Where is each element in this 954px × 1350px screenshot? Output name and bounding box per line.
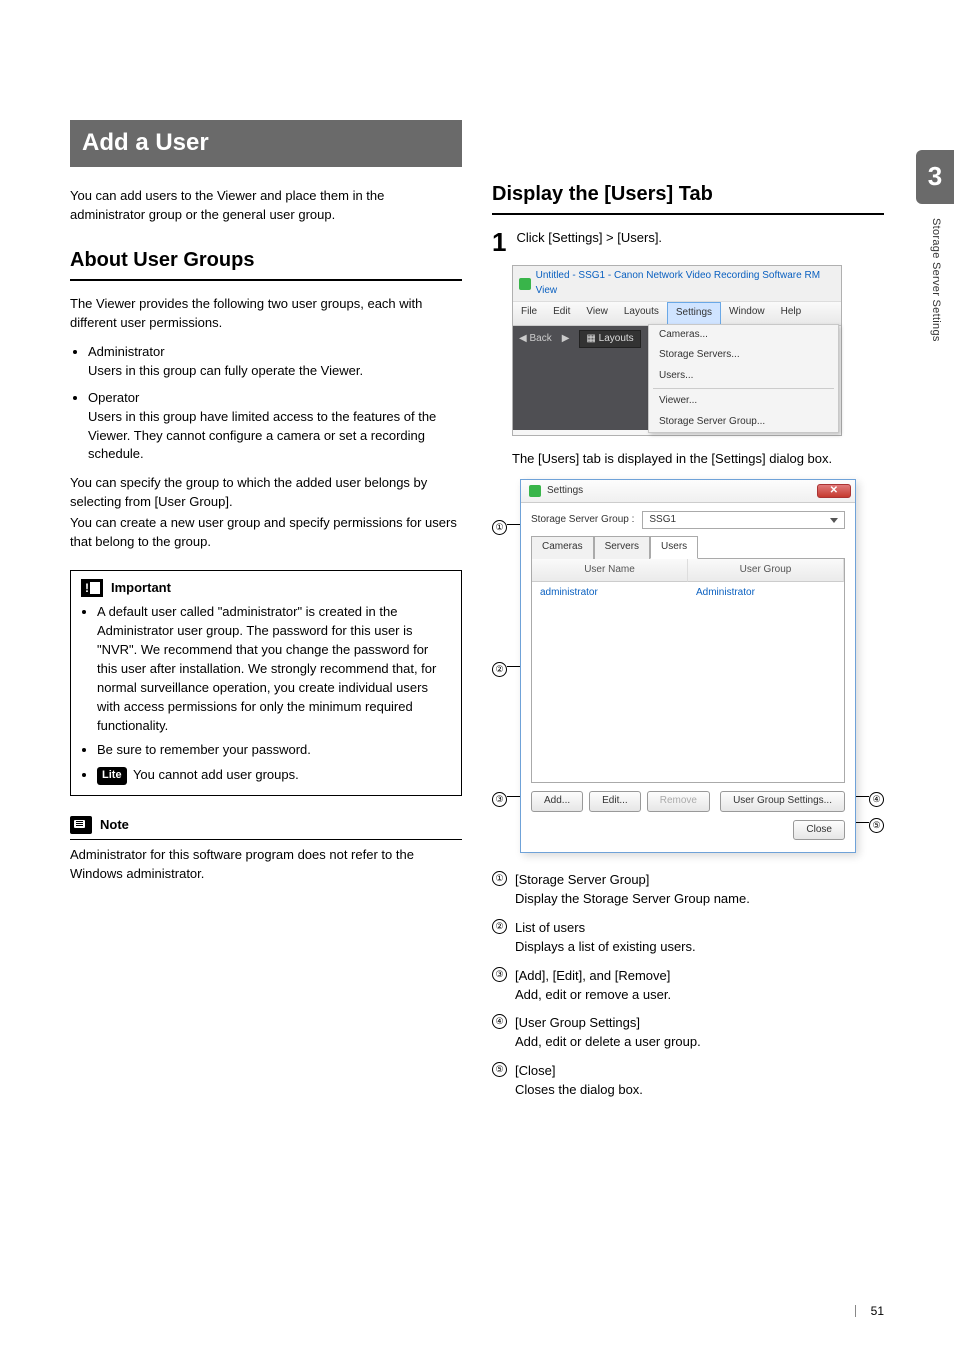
legend-num: ④ <box>492 1014 507 1029</box>
legend-num: ② <box>492 919 507 934</box>
dropdown-item[interactable]: Cameras... <box>649 325 838 346</box>
ssg-dropdown[interactable]: SSG1 <box>642 511 845 529</box>
legend-title: List of users <box>515 919 696 938</box>
intro-paragraph: You can add users to the Viewer and plac… <box>70 187 462 225</box>
important-label: Important <box>111 579 171 598</box>
legend-title: [User Group Settings] <box>515 1014 701 1033</box>
legend-title: [Close] <box>515 1062 643 1081</box>
menubar: File Edit View Layouts Settings Window H… <box>513 301 841 326</box>
callout-5: ⑤ <box>869 818 884 833</box>
paragraph: You can create a new user group and spec… <box>70 514 462 552</box>
legend-title: [Storage Server Group] <box>515 871 750 890</box>
paragraph: You can specify the group to which the a… <box>70 474 462 512</box>
tab-servers[interactable]: Servers <box>594 536 650 559</box>
tab-users[interactable]: Users <box>650 536 698 559</box>
table-row[interactable]: administrator Administrator <box>532 582 844 605</box>
back-button[interactable]: ◀ Back <box>519 332 552 347</box>
th-username: User Name <box>532 559 688 583</box>
dialog-title: Settings <box>547 484 583 499</box>
callout-3: ③ <box>492 792 507 807</box>
important-item: Lite You cannot add user groups. <box>97 766 451 785</box>
note-label: Note <box>100 816 129 835</box>
app-icon <box>519 278 531 290</box>
chevron-down-icon <box>830 518 838 523</box>
group-desc: Users in this group have limited access … <box>88 409 436 462</box>
callout-2: ② <box>492 662 507 677</box>
important-icon <box>81 579 103 597</box>
menu-item-settings[interactable]: Settings <box>667 302 721 325</box>
important-item: Be sure to remember your password. <box>97 741 451 760</box>
cell-usergroup: Administrator <box>688 582 844 605</box>
section-title: Add a User <box>70 120 462 167</box>
menu-item[interactable]: Help <box>773 302 810 325</box>
important-lite-text: You cannot add user groups. <box>130 767 299 782</box>
step-1: 1 Click [Settings] > [Users]. <box>492 229 884 255</box>
chapter-label: Storage Server Settings <box>927 218 943 342</box>
note-text: Administrator for this software program … <box>70 846 462 884</box>
edit-button[interactable]: Edit... <box>589 791 641 812</box>
tab-cameras[interactable]: Cameras <box>531 536 594 559</box>
step-text: Click [Settings] > [Users]. <box>516 229 662 248</box>
legend-desc: Add, edit or delete a user group. <box>515 1033 701 1052</box>
chapter-number: 3 <box>916 150 954 204</box>
settings-dropdown: Cameras... Storage Servers... Users... V… <box>648 324 839 434</box>
ssg-label: Storage Server Group : <box>531 513 634 528</box>
dropdown-item-users[interactable]: Users... <box>649 366 838 387</box>
callout-4: ④ <box>869 792 884 807</box>
legend-desc: Closes the dialog box. <box>515 1081 643 1100</box>
step-result: The [Users] tab is displayed in the [Set… <box>512 450 884 469</box>
callout-legend: ① [Storage Server Group] Display the Sto… <box>492 871 884 1099</box>
menu-item[interactable]: Window <box>721 302 773 325</box>
app-icon <box>529 485 541 497</box>
remove-button[interactable]: Remove <box>647 791 710 812</box>
note-heading: Note <box>70 816 462 840</box>
legend-desc: Displays a list of existing users. <box>515 938 696 957</box>
dropdown-item[interactable]: Storage Servers... <box>649 345 838 366</box>
dark-panel <box>513 352 648 430</box>
subsection-title: About User Groups <box>70 246 462 281</box>
callout-1: ① <box>492 520 507 535</box>
dropdown-item[interactable]: Storage Server Group... <box>649 412 838 433</box>
screenshot-menu: Untitled - SSG1 - Canon Network Video Re… <box>512 265 842 436</box>
side-tab: 3 Storage Server Settings <box>916 150 954 341</box>
page-number: 51 <box>871 1303 884 1320</box>
group-name: Operator <box>88 390 139 405</box>
legend-num: ① <box>492 871 507 886</box>
th-usergroup: User Group <box>688 559 844 583</box>
menu-item[interactable]: File <box>513 302 545 325</box>
menu-item[interactable]: Layouts <box>616 302 667 325</box>
note-icon <box>70 816 92 834</box>
group-desc: Users in this group can fully operate th… <box>88 363 363 378</box>
tabs: Cameras Servers Users <box>531 535 845 559</box>
subsection-title: Display the [Users] Tab <box>492 180 884 215</box>
group-name: Administrator <box>88 344 165 359</box>
ssg-value: SSG1 <box>649 513 676 528</box>
add-button[interactable]: Add... <box>531 791 583 812</box>
dropdown-separator <box>653 388 834 389</box>
important-box: Important A default user called "adminis… <box>70 570 462 796</box>
screenshot-settings-dialog: Settings ✕ Storage Server Group : SSG1 C… <box>520 479 856 854</box>
user-group-settings-button[interactable]: User Group Settings... <box>720 791 845 812</box>
cell-username: administrator <box>532 582 688 605</box>
important-item: A default user called "administrator" is… <box>97 603 451 735</box>
close-x-button[interactable]: ✕ <box>817 484 851 498</box>
menu-item[interactable]: View <box>578 302 616 325</box>
forward-button[interactable]: ▶ <box>562 332 570 347</box>
step-number: 1 <box>492 229 506 255</box>
lite-badge: Lite <box>97 767 127 785</box>
dropdown-item[interactable]: Viewer... <box>649 391 838 412</box>
users-table: User Name User Group administrator Admin… <box>531 559 845 784</box>
legend-num: ③ <box>492 967 507 982</box>
legend-title: [Add], [Edit], and [Remove] <box>515 967 671 986</box>
close-button[interactable]: Close <box>793 820 845 841</box>
layouts-button[interactable]: ▦ Layouts <box>579 330 640 349</box>
window-title: Untitled - SSG1 - Canon Network Video Re… <box>536 269 835 298</box>
toolbar: ◀ Back ▶ ▦ Layouts <box>513 326 648 353</box>
legend-desc: Add, edit or remove a user. <box>515 986 671 1005</box>
legend-num: ⑤ <box>492 1062 507 1077</box>
paragraph: The Viewer provides the following two us… <box>70 295 462 333</box>
menu-item[interactable]: Edit <box>545 302 578 325</box>
legend-desc: Display the Storage Server Group name. <box>515 890 750 909</box>
user-groups-list: Administrator Users in this group can fu… <box>70 343 462 464</box>
